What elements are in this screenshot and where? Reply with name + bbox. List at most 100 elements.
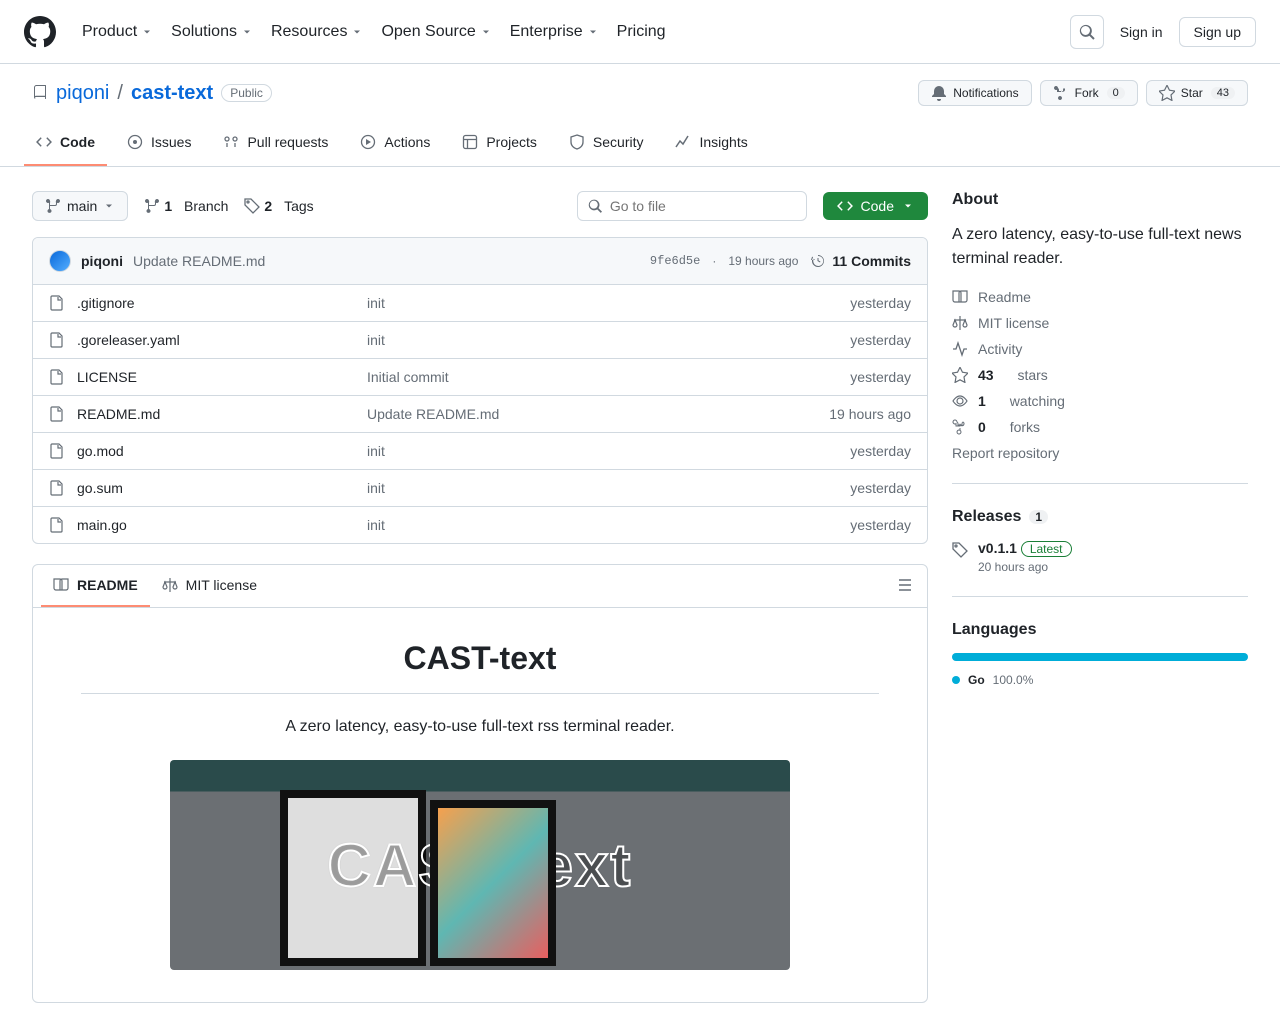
file-commit-message[interactable]: init [367, 443, 850, 459]
book-icon [53, 577, 69, 593]
file-row: .goreleaser.yamlinityesterday [33, 322, 927, 359]
file-date: yesterday [850, 480, 911, 496]
star-count: 43 [1211, 87, 1235, 99]
outline-button[interactable] [891, 571, 919, 602]
releases-heading[interactable]: Releases 1 [952, 508, 1248, 526]
avatar[interactable] [49, 250, 71, 272]
file-row: LICENSEInitial commityesterday [33, 359, 927, 396]
search-button[interactable] [1070, 15, 1104, 49]
latest-badge: Latest [1021, 541, 1072, 557]
search-icon [1079, 24, 1095, 40]
language-go[interactable]: Go 100.0% [952, 673, 1248, 687]
tab-issues[interactable]: Issues [115, 124, 203, 166]
book-icon [952, 289, 968, 305]
bell-icon [931, 85, 947, 101]
sign-up-button[interactable]: Sign up [1179, 17, 1256, 47]
file-name-link[interactable]: .gitignore [77, 295, 367, 311]
code-download-button[interactable]: Code [823, 192, 928, 220]
notifications-button[interactable]: Notifications [918, 80, 1031, 106]
file-icon [49, 369, 65, 385]
sign-in-link[interactable]: Sign in [1112, 24, 1171, 40]
commit-sha-link[interactable]: 9fe6d5e [650, 254, 700, 268]
go-to-file-field[interactable] [610, 198, 796, 214]
license-tab[interactable]: MIT license [150, 565, 269, 607]
history-icon [810, 253, 826, 269]
file-icon [49, 295, 65, 311]
file-commit-message[interactable]: init [367, 517, 850, 533]
readme-tagline: A zero latency, easy-to-use full-text rs… [81, 718, 879, 736]
language-color-dot [952, 676, 960, 684]
primary-nav: Product Solutions Resources Open Source … [82, 23, 666, 41]
chevron-down-icon [103, 200, 115, 212]
nav-open-source[interactable]: Open Source [381, 23, 491, 41]
file-listing: piqoni Update README.md 9fe6d5e · 19 hou… [32, 237, 928, 544]
repo-name-link[interactable]: cast-text [131, 82, 213, 105]
file-name-link[interactable]: .goreleaser.yaml [77, 332, 367, 348]
commit-message-link[interactable]: Update README.md [133, 253, 265, 269]
forks-link[interactable]: 0 forks [952, 419, 1248, 435]
global-header: Product Solutions Resources Open Source … [0, 0, 1280, 64]
repo-owner-link[interactable]: piqoni [56, 82, 109, 105]
file-name-link[interactable]: LICENSE [77, 369, 367, 385]
repo-header: piqoni / cast-text Public Notifications … [0, 64, 1280, 106]
file-name-link[interactable]: README.md [77, 406, 367, 422]
file-date: yesterday [850, 517, 911, 533]
nav-solutions[interactable]: Solutions [171, 23, 253, 41]
about-heading: About [952, 191, 1248, 209]
nav-resources[interactable]: Resources [271, 23, 363, 41]
nav-pricing[interactable]: Pricing [617, 23, 666, 41]
branch-select[interactable]: main [32, 191, 128, 221]
readme-container: README MIT license CAST-text A zero late… [32, 564, 928, 1003]
tab-code[interactable]: Code [24, 124, 107, 166]
license-link[interactable]: MIT license [952, 315, 1248, 331]
tab-security[interactable]: Security [557, 124, 656, 166]
tab-insights[interactable]: Insights [663, 124, 759, 166]
tab-projects[interactable]: Projects [450, 124, 549, 166]
go-to-file-input[interactable] [577, 191, 807, 221]
code-icon [837, 198, 853, 214]
report-repo-link[interactable]: Report repository [952, 445, 1248, 461]
about-section: About A zero latency, easy-to-use full-t… [952, 191, 1248, 484]
file-icon [49, 517, 65, 533]
fork-button[interactable]: Fork 0 [1040, 80, 1138, 106]
commits-history-link[interactable]: 11 Commits [810, 253, 911, 269]
star-icon [952, 367, 968, 383]
star-button[interactable]: Star 43 [1146, 80, 1248, 106]
commit-author-link[interactable]: piqoni [81, 253, 123, 269]
commit-time: 19 hours ago [728, 254, 798, 268]
tab-actions[interactable]: Actions [348, 124, 442, 166]
branch-icon [144, 198, 160, 214]
nav-enterprise[interactable]: Enterprise [510, 23, 599, 41]
tag-icon [244, 198, 260, 214]
fork-icon [1053, 85, 1069, 101]
releases-count: 1 [1029, 510, 1048, 524]
file-commit-message[interactable]: init [367, 295, 850, 311]
github-logo-icon[interactable] [24, 16, 56, 48]
repo-icon [32, 85, 48, 101]
release-item[interactable]: v0.1.1 Latest 20 hours ago [952, 540, 1248, 574]
language-bar[interactable] [952, 653, 1248, 661]
languages-heading: Languages [952, 621, 1248, 639]
activity-link[interactable]: Activity [952, 341, 1248, 357]
file-commit-message[interactable]: Update README.md [367, 406, 829, 422]
file-name-link[interactable]: go.sum [77, 480, 367, 496]
readme-tab[interactable]: README [41, 565, 150, 607]
readme-link[interactable]: Readme [952, 289, 1248, 305]
nav-product[interactable]: Product [82, 23, 153, 41]
tags-link[interactable]: 2 Tags [244, 198, 313, 214]
file-date: yesterday [850, 369, 911, 385]
file-name-link[interactable]: main.go [77, 517, 367, 533]
file-icon [49, 406, 65, 422]
file-commit-message[interactable]: init [367, 332, 850, 348]
law-icon [952, 315, 968, 331]
stars-link[interactable]: 43 stars [952, 367, 1248, 383]
file-name-link[interactable]: go.mod [77, 443, 367, 459]
file-commit-message[interactable]: Initial commit [367, 369, 850, 385]
watching-link[interactable]: 1 watching [952, 393, 1248, 409]
tag-icon [952, 542, 968, 558]
law-icon [162, 577, 178, 593]
star-icon [1159, 85, 1175, 101]
branches-link[interactable]: 1 Branch [144, 198, 228, 214]
file-commit-message[interactable]: init [367, 480, 850, 496]
tab-pull-requests[interactable]: Pull requests [211, 124, 340, 166]
